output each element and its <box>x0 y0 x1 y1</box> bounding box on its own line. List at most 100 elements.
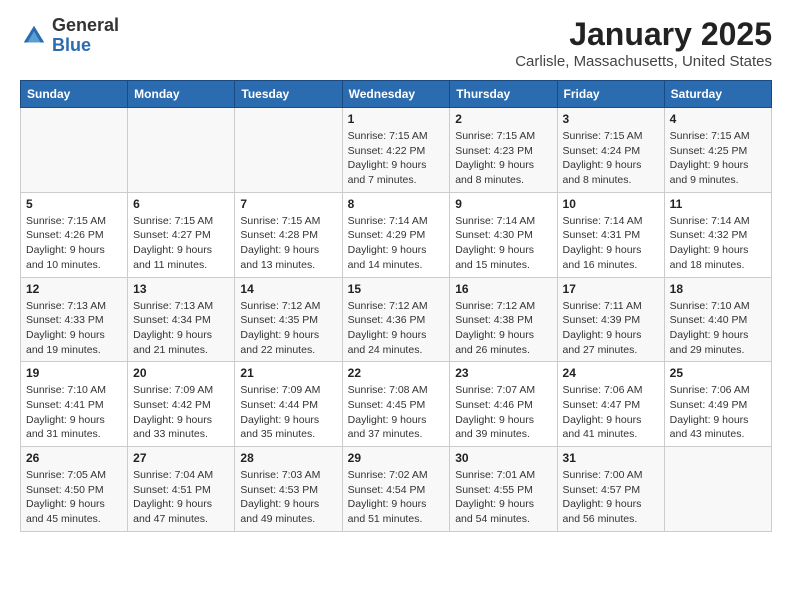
day-detail: Sunrise: 7:06 AMSunset: 4:49 PMDaylight:… <box>670 383 766 442</box>
month-title: January 2025 <box>515 16 772 53</box>
calendar-week-1: 1 Sunrise: 7:15 AMSunset: 4:22 PMDaylight… <box>21 108 772 193</box>
day-number: 4 <box>670 112 766 126</box>
day-detail: Sunrise: 7:14 AMSunset: 4:32 PMDaylight:… <box>670 214 766 273</box>
day-number: 22 <box>348 366 445 380</box>
col-saturday: Saturday <box>664 81 771 108</box>
calendar-cell: 7 Sunrise: 7:15 AMSunset: 4:28 PMDaylight… <box>235 192 342 277</box>
calendar-week-3: 12Sunrise: 7:13 AMSunset: 4:33 PMDayligh… <box>21 277 772 362</box>
logo-blue: Blue <box>52 36 119 56</box>
page-header: General Blue January 2025 Carlisle, Mass… <box>20 16 772 70</box>
day-detail: Sunrise: 7:15 AMSunset: 4:27 PMDaylight:… <box>133 214 229 273</box>
day-detail: Sunrise: 7:09 AMSunset: 4:44 PMDaylight:… <box>240 383 336 442</box>
day-detail: Sunrise: 7:06 AMSunset: 4:47 PMDaylight:… <box>563 383 659 442</box>
day-detail: Sunrise: 7:12 AMSunset: 4:36 PMDaylight:… <box>348 299 445 358</box>
calendar-cell: 10 Sunrise: 7:14 AMSunset: 4:31 PMDayligh… <box>557 192 664 277</box>
day-detail: Sunrise: 7:14 AMSunset: 4:31 PMDaylight:… <box>563 214 659 273</box>
calendar-cell: 16 Sunrise: 7:12 AMSunset: 4:38 PMDayligh… <box>450 277 557 362</box>
day-number: 30 <box>455 451 551 465</box>
day-number: 18 <box>670 282 766 296</box>
logo-text: General Blue <box>52 16 119 56</box>
header-row: Sunday Monday Tuesday Wednesday Thursday… <box>21 81 772 108</box>
day-detail: Sunrise: 7:12 AMSunset: 4:38 PMDaylight:… <box>455 299 551 358</box>
day-number: 5 <box>26 197 122 211</box>
calendar-cell: 26 Sunrise: 7:05 AMSunset: 4:50 PMDayligh… <box>21 447 128 532</box>
day-number: 10 <box>563 197 659 211</box>
day-number: 19 <box>26 366 122 380</box>
day-number: 23 <box>455 366 551 380</box>
calendar-cell: 20Sunrise: 7:09 AMSunset: 4:42 PMDayligh… <box>128 362 235 447</box>
logo-icon <box>20 22 48 50</box>
day-number: 6 <box>133 197 229 211</box>
calendar-cell: 6 Sunrise: 7:15 AMSunset: 4:27 PMDaylight… <box>128 192 235 277</box>
day-detail: Sunrise: 7:00 AMSunset: 4:57 PMDaylight:… <box>563 468 659 527</box>
calendar-week-5: 26 Sunrise: 7:05 AMSunset: 4:50 PMDayligh… <box>21 447 772 532</box>
day-number: 7 <box>240 197 336 211</box>
day-detail: Sunrise: 7:14 AMSunset: 4:29 PMDaylight:… <box>348 214 445 273</box>
day-detail: Sunrise: 7:10 AMSunset: 4:40 PMDaylight:… <box>670 299 766 358</box>
calendar-cell: 12Sunrise: 7:13 AMSunset: 4:33 PMDayligh… <box>21 277 128 362</box>
calendar-cell: 28 Sunrise: 7:03 AMSunset: 4:53 PMDayligh… <box>235 447 342 532</box>
day-number: 1 <box>348 112 445 126</box>
day-number: 14 <box>240 282 336 296</box>
day-detail: Sunrise: 7:15 AMSunset: 4:25 PMDaylight:… <box>670 129 766 188</box>
calendar-cell: 24 Sunrise: 7:06 AMSunset: 4:47 PMDayligh… <box>557 362 664 447</box>
calendar-cell: 15 Sunrise: 7:12 AMSunset: 4:36 PMDayligh… <box>342 277 450 362</box>
day-detail: Sunrise: 7:15 AMSunset: 4:23 PMDaylight:… <box>455 129 551 188</box>
calendar-cell: 18 Sunrise: 7:10 AMSunset: 4:40 PMDayligh… <box>664 277 771 362</box>
day-number: 26 <box>26 451 122 465</box>
location: Carlisle, Massachusetts, United States <box>515 53 772 70</box>
day-detail: Sunrise: 7:01 AMSunset: 4:55 PMDaylight:… <box>455 468 551 527</box>
day-detail: Sunrise: 7:12 AMSunset: 4:35 PMDaylight:… <box>240 299 336 358</box>
calendar-cell: 13Sunrise: 7:13 AMSunset: 4:34 PMDayligh… <box>128 277 235 362</box>
day-number: 24 <box>563 366 659 380</box>
calendar-cell: 14 Sunrise: 7:12 AMSunset: 4:35 PMDayligh… <box>235 277 342 362</box>
day-detail: Sunrise: 7:15 AMSunset: 4:22 PMDaylight:… <box>348 129 445 188</box>
calendar-body: 1 Sunrise: 7:15 AMSunset: 4:22 PMDaylight… <box>21 108 772 532</box>
day-number: 2 <box>455 112 551 126</box>
calendar-cell <box>21 108 128 193</box>
calendar-cell: 2 Sunrise: 7:15 AMSunset: 4:23 PMDaylight… <box>450 108 557 193</box>
day-number: 28 <box>240 451 336 465</box>
day-number: 20 <box>133 366 229 380</box>
day-detail: Sunrise: 7:11 AMSunset: 4:39 PMDaylight:… <box>563 299 659 358</box>
day-detail: Sunrise: 7:14 AMSunset: 4:30 PMDaylight:… <box>455 214 551 273</box>
calendar-cell: 1 Sunrise: 7:15 AMSunset: 4:22 PMDaylight… <box>342 108 450 193</box>
calendar-cell: 27 Sunrise: 7:04 AMSunset: 4:51 PMDayligh… <box>128 447 235 532</box>
calendar-table: Sunday Monday Tuesday Wednesday Thursday… <box>20 80 772 532</box>
calendar-cell: 8 Sunrise: 7:14 AMSunset: 4:29 PMDaylight… <box>342 192 450 277</box>
day-detail: Sunrise: 7:10 AMSunset: 4:41 PMDaylight:… <box>26 383 122 442</box>
day-number: 9 <box>455 197 551 211</box>
calendar-cell: 25 Sunrise: 7:06 AMSunset: 4:49 PMDayligh… <box>664 362 771 447</box>
day-number: 16 <box>455 282 551 296</box>
calendar-cell <box>128 108 235 193</box>
day-number: 27 <box>133 451 229 465</box>
day-number: 21 <box>240 366 336 380</box>
calendar-cell: 11 Sunrise: 7:14 AMSunset: 4:32 PMDayligh… <box>664 192 771 277</box>
day-detail: Sunrise: 7:08 AMSunset: 4:45 PMDaylight:… <box>348 383 445 442</box>
day-number: 11 <box>670 197 766 211</box>
day-detail: Sunrise: 7:13 AMSunset: 4:34 PMDaylight:… <box>133 299 229 358</box>
day-detail: Sunrise: 7:04 AMSunset: 4:51 PMDaylight:… <box>133 468 229 527</box>
day-number: 8 <box>348 197 445 211</box>
calendar-cell: 9 Sunrise: 7:14 AMSunset: 4:30 PMDaylight… <box>450 192 557 277</box>
calendar-week-4: 19 Sunrise: 7:10 AMSunset: 4:41 PMDayligh… <box>21 362 772 447</box>
calendar-cell: 30 Sunrise: 7:01 AMSunset: 4:55 PMDayligh… <box>450 447 557 532</box>
col-tuesday: Tuesday <box>235 81 342 108</box>
day-detail: Sunrise: 7:15 AMSunset: 4:24 PMDaylight:… <box>563 129 659 188</box>
day-detail: Sunrise: 7:05 AMSunset: 4:50 PMDaylight:… <box>26 468 122 527</box>
calendar-cell: 3Sunrise: 7:15 AMSunset: 4:24 PMDaylight… <box>557 108 664 193</box>
day-detail: Sunrise: 7:07 AMSunset: 4:46 PMDaylight:… <box>455 383 551 442</box>
day-number: 31 <box>563 451 659 465</box>
calendar-header: Sunday Monday Tuesday Wednesday Thursday… <box>21 81 772 108</box>
calendar-cell: 31 Sunrise: 7:00 AMSunset: 4:57 PMDayligh… <box>557 447 664 532</box>
day-detail: Sunrise: 7:15 AMSunset: 4:28 PMDaylight:… <box>240 214 336 273</box>
day-number: 15 <box>348 282 445 296</box>
calendar-cell: 19 Sunrise: 7:10 AMSunset: 4:41 PMDayligh… <box>21 362 128 447</box>
calendar-cell: 23 Sunrise: 7:07 AMSunset: 4:46 PMDayligh… <box>450 362 557 447</box>
day-detail: Sunrise: 7:03 AMSunset: 4:53 PMDaylight:… <box>240 468 336 527</box>
col-thursday: Thursday <box>450 81 557 108</box>
day-number: 17 <box>563 282 659 296</box>
day-number: 29 <box>348 451 445 465</box>
logo: General Blue <box>20 16 119 56</box>
day-number: 25 <box>670 366 766 380</box>
